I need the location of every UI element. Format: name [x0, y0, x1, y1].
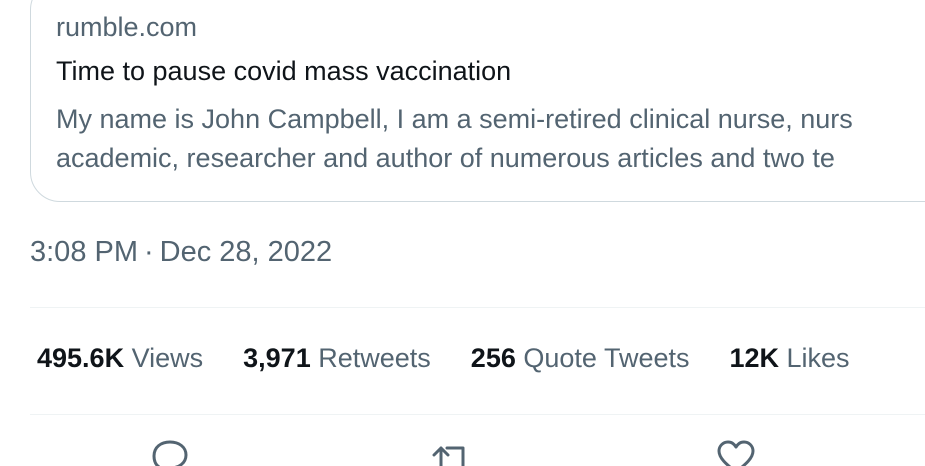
stat-views-value: 495.6K — [37, 343, 125, 373]
stat-retweets-label: Retweets — [318, 343, 431, 373]
stat-likes-value: 12K — [729, 343, 780, 373]
stat-quote-tweets-label: Quote Tweets — [523, 343, 690, 373]
stat-retweets-value: 3,971 — [243, 343, 311, 373]
tweet-time[interactable]: 3:08 PM — [30, 236, 138, 268]
tweet-detail: rumble.com Time to pause covid mass vacc… — [0, 0, 925, 466]
reply-button[interactable] — [148, 436, 192, 466]
link-card-description-line: academic, researcher and author of numer… — [56, 143, 835, 173]
stat-views-label: Views — [131, 343, 204, 373]
tweet-stats: 495.6K Views 3,971 Retweets 256 Quote Tw… — [37, 343, 850, 374]
stat-likes-label: Likes — [786, 343, 850, 373]
stat-quote-tweets-value: 256 — [470, 343, 516, 373]
like-button[interactable] — [714, 436, 758, 466]
like-icon — [717, 440, 755, 466]
link-card-domain[interactable]: rumble.com — [56, 12, 197, 43]
divider — [30, 414, 925, 415]
link-card-description-line: My name is John Campbell, I am a semi-re… — [56, 104, 853, 134]
stat-views[interactable]: 495.6K Views — [37, 343, 203, 374]
stat-quote-tweets[interactable]: 256 Quote Tweets — [471, 343, 690, 374]
retweet-button[interactable] — [430, 436, 474, 466]
tweet-timestamp[interactable]: 3:08 PM · Dec 28, 2022 — [30, 236, 332, 269]
retweet-icon — [432, 446, 465, 466]
stat-retweets[interactable]: 3,971 Retweets — [243, 343, 431, 374]
divider — [30, 307, 925, 308]
reply-icon — [152, 440, 188, 466]
link-card-description[interactable]: My name is John Campbell, I am a semi-re… — [56, 100, 853, 178]
stat-likes[interactable]: 12K Likes — [729, 343, 849, 374]
timestamp-separator: · — [144, 236, 154, 268]
tweet-date[interactable]: Dec 28, 2022 — [160, 236, 333, 268]
link-card-title[interactable]: Time to pause covid mass vaccination — [56, 56, 511, 87]
